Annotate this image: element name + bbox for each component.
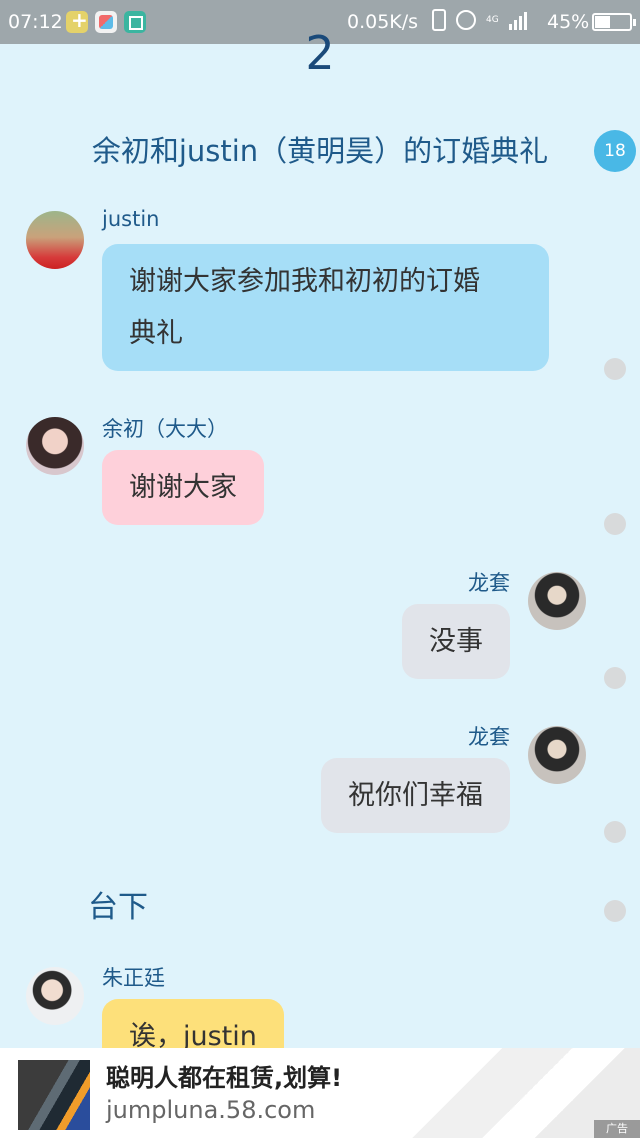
ad-label: 广告 <box>594 1120 640 1138</box>
page-number: 2 <box>305 26 335 80</box>
message-text-line: 谢谢大家参加我和初初的订婚 <box>129 266 480 297</box>
avatar-yuchu[interactable] <box>26 417 84 475</box>
chat-screen: 07:12 0.05K/s 4G 45% 2 余初和justin（黄明昊）的订婚… <box>0 0 640 1138</box>
ad-image[interactable] <box>18 1060 90 1130</box>
message-bubble[interactable]: 没事 <box>402 604 510 679</box>
message-text: 谢谢大家 <box>129 472 237 503</box>
sender-name: 龙套 <box>468 571 510 595</box>
avatar-longtao[interactable] <box>528 572 586 630</box>
network-type: 4G <box>486 15 499 25</box>
ad-url[interactable]: jumpluna.58.com <box>106 1096 315 1124</box>
sender-name: 龙套 <box>468 725 510 749</box>
sender-name: justin <box>102 207 160 231</box>
member-count-badge[interactable]: 18 <box>594 130 636 172</box>
message-text-line: 典礼 <box>129 318 183 349</box>
read-status-dot <box>604 667 626 689</box>
chat-title: 余初和justin（黄明昊）的订婚典礼 <box>91 134 549 168</box>
message-text: 祝你们幸福 <box>348 780 483 811</box>
sender-name: 余初（大大） <box>102 417 228 441</box>
message-text: 没事 <box>429 626 483 657</box>
read-status-dot <box>604 900 626 922</box>
avatar-justin[interactable] <box>26 211 84 269</box>
ad-banner[interactable]: 聪明人都在租赁,划算! jumpluna.58.com 广告 <box>0 1048 640 1138</box>
read-status-dot <box>604 358 626 380</box>
read-status-dot <box>604 821 626 843</box>
message-bubble[interactable]: 祝你们幸福 <box>321 758 510 833</box>
message-bubble[interactable]: 谢谢大家 <box>102 450 264 525</box>
message-bubble[interactable]: 谢谢大家参加我和初初的订婚 典礼 <box>102 244 549 371</box>
avatar-longtao[interactable] <box>528 726 586 784</box>
section-label: 台下 <box>88 890 148 925</box>
ad-title[interactable]: 聪明人都在租赁,划算! <box>106 1058 342 1093</box>
read-status-dot <box>604 513 626 535</box>
avatar-zhuzhengting[interactable] <box>26 967 84 1025</box>
sender-name: 朱正廷 <box>102 966 165 990</box>
